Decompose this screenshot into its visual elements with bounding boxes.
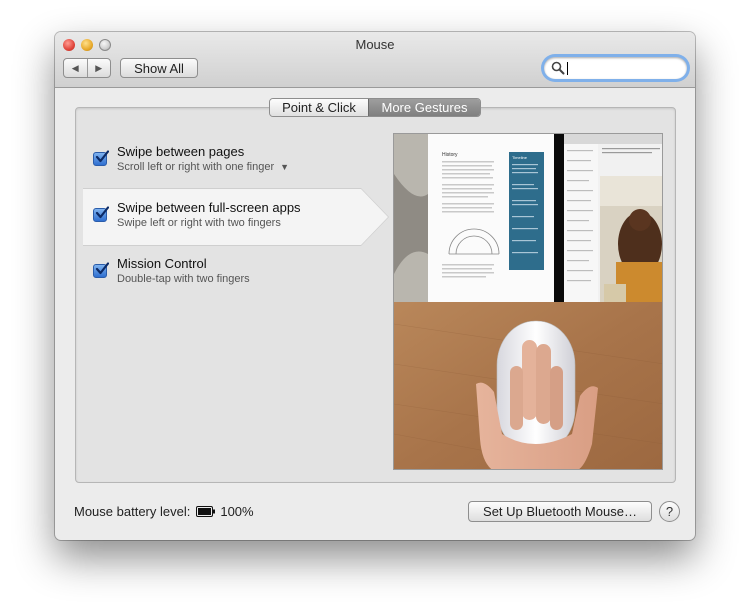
search-icon bbox=[551, 61, 565, 75]
show-all-button[interactable]: Show All bbox=[120, 58, 198, 78]
checkbox-checked-icon[interactable] bbox=[93, 206, 109, 222]
option-title: Swipe between pages bbox=[117, 144, 245, 159]
option-subtitle-row: Scroll left or right with one finger ▼ bbox=[117, 161, 289, 173]
window-title: Mouse bbox=[355, 37, 395, 52]
battery-value: 100% bbox=[220, 504, 254, 519]
option-subtitle: Scroll left or right with one finger bbox=[117, 161, 275, 173]
back-forward-control: ◀ ▶ bbox=[63, 58, 111, 78]
chevron-down-icon[interactable]: ▼ bbox=[280, 162, 289, 172]
battery-status: Mouse battery level: 100% bbox=[74, 504, 254, 519]
forward-icon[interactable]: ▶ bbox=[86, 59, 111, 77]
tab-point-and-click[interactable]: Point & Click bbox=[270, 99, 368, 116]
gesture-preview-illustration: History Timeline bbox=[394, 134, 662, 469]
battery-label: Mouse battery level: bbox=[74, 504, 191, 519]
text-caret bbox=[567, 61, 568, 75]
timeline-title: Timeline bbox=[512, 155, 528, 160]
option-subtitle: Swipe left or right with two fingers bbox=[117, 217, 281, 229]
mouse-preferences-window: Mouse ◀ ▶ Show All Point & Click More Ge… bbox=[55, 32, 695, 540]
set-up-bluetooth-mouse-button[interactable]: Set Up Bluetooth Mouse… bbox=[468, 501, 652, 522]
battery-icon bbox=[196, 506, 216, 517]
tab-control: Point & Click More Gestures bbox=[269, 98, 481, 117]
option-subtitle: Double-tap with two fingers bbox=[117, 273, 250, 285]
help-icon[interactable]: ? bbox=[659, 501, 680, 522]
option-swipe-between-pages[interactable]: Swipe between pages Scroll left or right… bbox=[93, 144, 373, 180]
gesture-preview: History Timeline bbox=[393, 133, 663, 470]
toolbar: Mouse ◀ ▶ Show All bbox=[55, 32, 695, 88]
option-title: Swipe between full-screen apps bbox=[117, 200, 301, 215]
checkbox-checked-icon[interactable] bbox=[93, 150, 109, 166]
back-icon[interactable]: ◀ bbox=[64, 59, 87, 77]
tab-more-gestures[interactable]: More Gestures bbox=[368, 99, 480, 116]
search-field[interactable] bbox=[544, 57, 687, 79]
option-title: Mission Control bbox=[117, 256, 207, 271]
option-swipe-between-full-screen-apps[interactable]: Swipe between full-screen apps Swipe lef… bbox=[93, 200, 373, 236]
option-mission-control[interactable]: Mission Control Double-tap with two fing… bbox=[93, 256, 373, 292]
checkbox-checked-icon[interactable] bbox=[93, 262, 109, 278]
doc-heading: History bbox=[442, 152, 458, 158]
